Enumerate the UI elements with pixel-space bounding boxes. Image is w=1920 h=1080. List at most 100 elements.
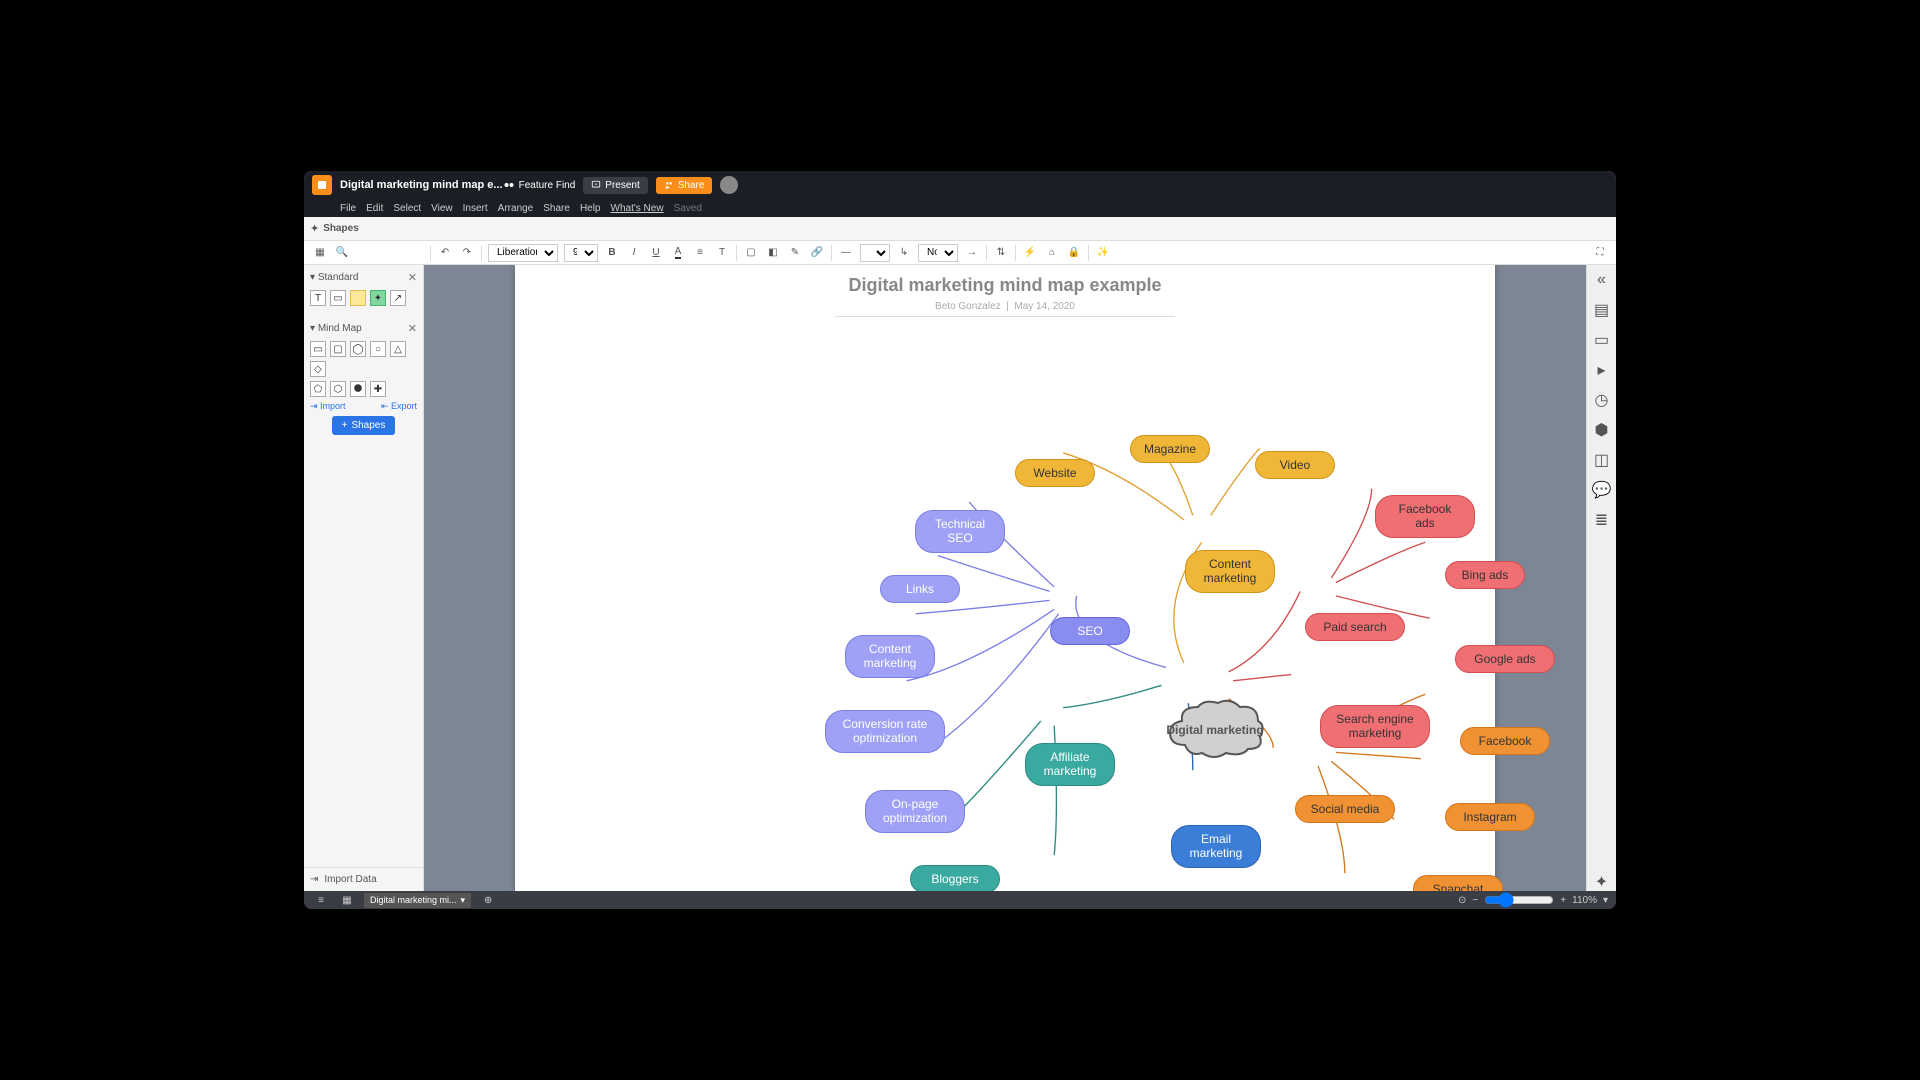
node-center[interactable]: Digital marketing (1165, 700, 1265, 760)
close-icon[interactable]: ✕ (408, 271, 417, 284)
menu-select[interactable]: Select (393, 203, 421, 214)
arrow-end-icon[interactable]: → (964, 245, 980, 261)
outline-view-icon[interactable]: ≡ (312, 891, 330, 909)
node-paid-search[interactable]: Paid search (1305, 613, 1405, 641)
presentation-icon[interactable]: ▸ (1593, 361, 1611, 379)
font-select[interactable]: Liberation Sans (488, 244, 558, 262)
canvas-background[interactable]: Digital marketing mind map example Beto … (424, 265, 1586, 891)
menu-file[interactable]: File (340, 203, 356, 214)
node-onpage[interactable]: On-page optimization (865, 790, 965, 833)
fullscreen-icon[interactable]: ⛶ (1592, 245, 1608, 261)
textcolor-icon[interactable]: A (670, 245, 686, 261)
shape-plus-icon[interactable]: ✚ (370, 381, 386, 397)
app-logo-icon[interactable] (312, 175, 332, 195)
menu-share[interactable]: Share (543, 203, 570, 214)
shape-circle-icon[interactable]: ○ (370, 341, 386, 357)
zoom-value[interactable]: 110% (1572, 895, 1597, 906)
undo-icon[interactable]: ↶ (437, 245, 453, 261)
share-button[interactable]: Share (656, 177, 713, 194)
bold-icon[interactable]: B (604, 245, 620, 261)
data-icon[interactable]: ⬢ (1593, 421, 1611, 439)
node-content-mkt[interactable]: Content marketing (1185, 550, 1275, 593)
node-google-ads[interactable]: Google ads (1455, 645, 1555, 673)
avatar[interactable] (720, 176, 738, 194)
shape-diamond-icon[interactable]: ◇ (310, 361, 326, 377)
node-affiliate[interactable]: Affiliate marketing (1025, 743, 1115, 786)
node-cro[interactable]: Conversion rate optimization (825, 710, 945, 753)
node-seo[interactable]: SEO (1050, 617, 1130, 645)
magic-icon[interactable]: ✨ (1095, 245, 1111, 261)
page-tab[interactable]: Digital marketing mi... ▾ (364, 893, 471, 908)
rect-tool-icon[interactable]: ▭ (330, 290, 346, 306)
line-tool-icon[interactable]: ↗ (390, 290, 406, 306)
menu-whatsnew[interactable]: What's New (611, 203, 664, 214)
bolt-icon[interactable]: ⚡ (1022, 245, 1038, 261)
textformat-icon[interactable]: T (714, 245, 730, 261)
menu-view[interactable]: View (431, 203, 453, 214)
menu-arrange[interactable]: Arrange (498, 203, 534, 214)
add-shapes-button[interactable]: + Shapes (332, 416, 396, 435)
search-icon[interactable]: 🔍 (334, 245, 350, 261)
shape-hexagon-icon[interactable]: ⬡ (330, 381, 346, 397)
fontsize-select[interactable]: 9 pt (564, 244, 598, 262)
italic-icon[interactable]: I (626, 245, 642, 261)
fill-icon[interactable]: ▢ (743, 245, 759, 261)
chat-icon[interactable]: 💬 (1593, 481, 1611, 499)
shape-octagon-icon[interactable]: ⯃ (350, 381, 366, 397)
redo-icon[interactable]: ↷ (459, 245, 475, 261)
link-icon[interactable]: 🔗 (809, 245, 825, 261)
history-icon[interactable]: ◷ (1593, 391, 1611, 409)
padlock-icon[interactable]: 🔒 (1066, 245, 1082, 261)
import-data-button[interactable]: ⇥ Import Data (304, 867, 423, 891)
page-title[interactable]: Digital marketing mind map example (515, 275, 1495, 296)
shape-rounded-rect-icon[interactable]: ▭ (310, 341, 326, 357)
node-tech-seo[interactable]: Technical SEO (915, 510, 1005, 553)
comment-rail-icon[interactable]: ▭ (1593, 331, 1611, 349)
node-fb-ads[interactable]: Facebook ads (1375, 495, 1475, 538)
zoom-slider[interactable] (1484, 892, 1554, 908)
node-video[interactable]: Video (1255, 451, 1335, 479)
import-link[interactable]: ⇥ Import (310, 401, 346, 412)
node-bloggers[interactable]: Bloggers (910, 865, 1000, 891)
feature-find[interactable]: Feature Find (503, 179, 576, 191)
underline-icon[interactable]: U (648, 245, 664, 261)
node-bing-ads[interactable]: Bing ads (1445, 561, 1525, 589)
collapse-rail-icon[interactable]: « (1593, 271, 1611, 289)
layers-icon[interactable]: ⇅ (993, 245, 1009, 261)
export-link[interactable]: ⇤ Export (381, 401, 417, 412)
zoom-in-icon[interactable]: + (1560, 895, 1566, 906)
close-icon[interactable]: ✕ (408, 322, 417, 335)
dynamic-tool-icon[interactable]: ✦ (370, 290, 386, 306)
highlight-icon[interactable]: ✎ (787, 245, 803, 261)
add-page-icon[interactable]: ⊕ (479, 891, 497, 909)
node-facebook[interactable]: Facebook (1460, 727, 1550, 755)
node-content-seo[interactable]: Content marketing (845, 635, 935, 678)
document-title[interactable]: Digital marketing mind map e... (340, 179, 503, 191)
text-tool-icon[interactable]: T (310, 290, 326, 306)
present-button[interactable]: Present (583, 177, 647, 194)
border-icon[interactable]: ◧ (765, 245, 781, 261)
page-icon[interactable]: ▤ (1593, 301, 1611, 319)
stack-icon[interactable]: ≣ (1593, 511, 1611, 529)
node-snapchat[interactable]: Snapchat (1413, 875, 1503, 891)
align-icon[interactable]: ≡ (692, 245, 708, 261)
section-mindmap[interactable]: Mind Map (318, 323, 362, 334)
menu-help[interactable]: Help (580, 203, 601, 214)
section-standard[interactable]: Standard (318, 272, 359, 283)
zoom-fit-icon[interactable]: ⊙ (1458, 895, 1466, 906)
layers-rail-icon[interactable]: ◫ (1593, 451, 1611, 469)
menu-edit[interactable]: Edit (366, 203, 383, 214)
shape-ellipse-icon[interactable]: ◯ (350, 341, 366, 357)
zoom-dropdown-icon[interactable]: ▾ (1603, 895, 1608, 906)
connector-icon[interactable]: ↳ (896, 245, 912, 261)
lock-icon[interactable]: ⌂ (1044, 245, 1060, 261)
zoom-out-icon[interactable]: − (1472, 895, 1478, 906)
node-social[interactable]: Social media (1295, 795, 1395, 823)
insert-image-icon[interactable]: ▦ (312, 245, 328, 261)
note-tool-icon[interactable] (350, 290, 366, 306)
linewidth-select[interactable]: 1 px (860, 244, 890, 262)
arrow-start-select[interactable]: None (918, 244, 958, 262)
line-style-icon[interactable]: — (838, 245, 854, 261)
node-links[interactable]: Links (880, 575, 960, 603)
grid-view-icon[interactable]: ▦ (338, 891, 356, 909)
